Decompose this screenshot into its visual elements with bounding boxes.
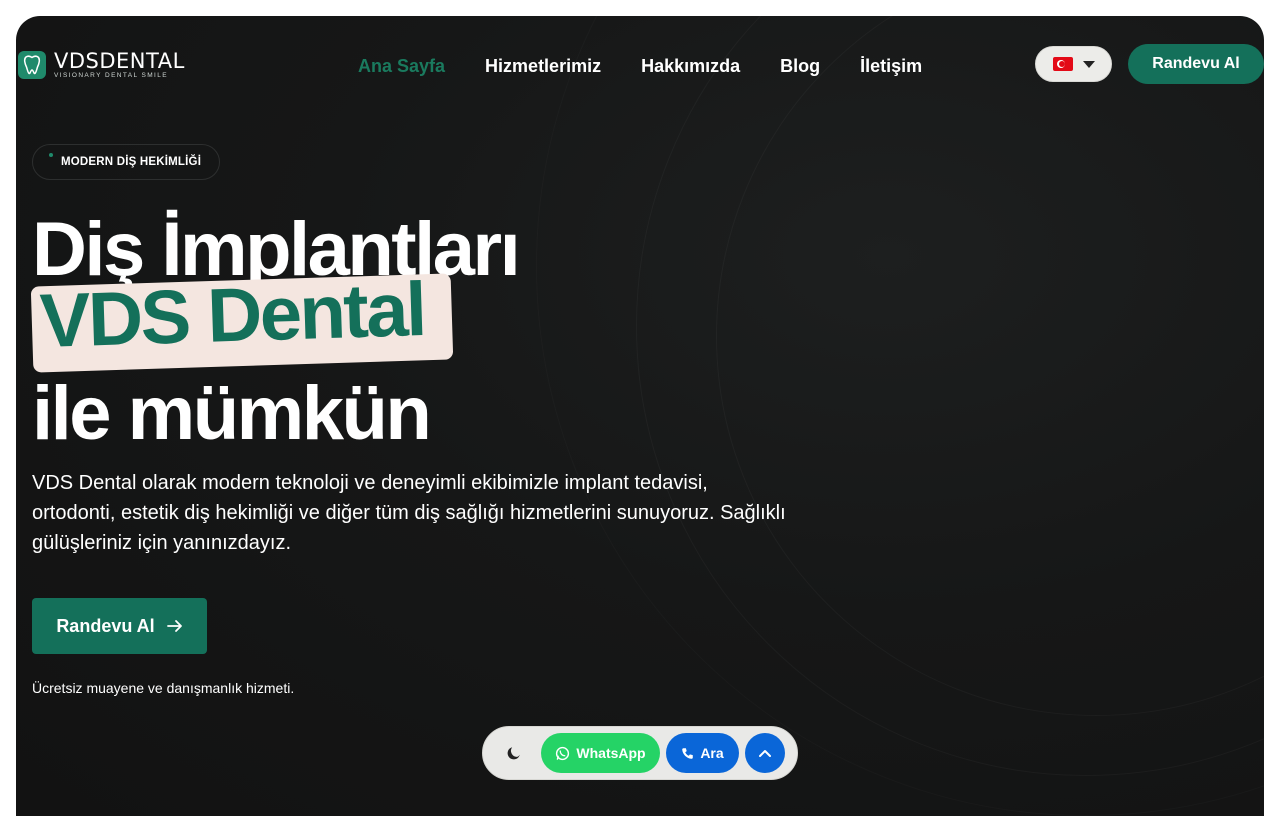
tooth-icon [18,51,46,79]
hero-title-highlight: VDS Dental [38,266,426,364]
nav-item-hakkimizda[interactable]: Hakkımızda [641,54,740,78]
brand-name: VDSDENTAL [54,48,185,73]
background-arc [716,16,1264,716]
floating-action-bar: WhatsApp Ara [482,726,798,780]
nav-item-ana-sayfa[interactable]: Ana Sayfa [358,54,445,78]
nav-item-iletisim[interactable]: İletişim [860,54,922,78]
site-header: VDSDENTAL VISIONARY DENTAL SMILE Ana Say… [16,16,1264,116]
background-arc [536,16,1264,816]
whatsapp-label: WhatsApp [576,745,646,761]
scroll-top-button[interactable] [745,733,785,773]
badge-dot-icon [49,153,53,157]
whatsapp-button[interactable]: WhatsApp [541,733,660,773]
call-label: Ara [700,745,724,761]
hero-appointment-button[interactable]: Randevu Al [32,598,207,654]
hero-appointment-label: Randevu Al [56,615,155,636]
language-selector[interactable] [1035,46,1112,82]
header-appointment-button[interactable]: Randevu Al [1128,44,1264,84]
phone-icon [682,747,694,759]
nav-item-hizmetlerimiz[interactable]: Hizmetlerimiz [485,54,601,78]
page-frame: VDSDENTAL VISIONARY DENTAL SMILE Ana Say… [16,16,1264,816]
whatsapp-icon [556,746,570,760]
arrow-right-icon [166,620,182,632]
moon-icon [507,747,520,760]
turkey-flag-icon [1052,57,1073,71]
background-arc [636,16,1264,776]
main-nav: Ana Sayfa Hizmetlerimiz Hakkımızda Blog … [358,54,922,78]
chevron-down-icon [1082,60,1095,68]
hero-description: VDS Dental olarak modern teknoloji ve de… [32,472,786,554]
hero-title-line3: ile mümkün [32,371,432,456]
site-logo[interactable]: VDSDENTAL VISIONARY DENTAL SMILE [18,50,185,80]
hero-badge-label: MODERN DİŞ HEKİMLİĞİ [61,156,202,168]
brand-tagline: VISIONARY DENTAL SMILE [54,71,169,79]
hero-badge: MODERN DİŞ HEKİMLİĞİ [32,144,221,180]
hero-note: Ücretsiz muayene ve danışmanlık hizmeti. [32,680,295,696]
call-button[interactable]: Ara [666,733,739,773]
theme-toggle-button[interactable] [493,733,535,773]
chevron-up-icon [759,750,771,757]
nav-item-blog[interactable]: Blog [780,54,820,78]
